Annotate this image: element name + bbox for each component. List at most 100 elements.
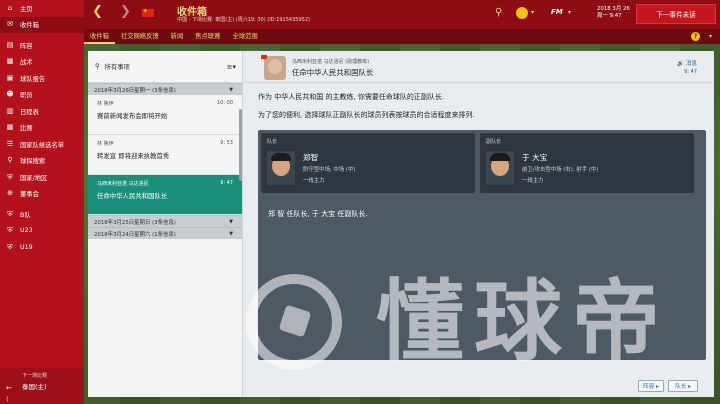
top-header: ❮ ❯ 收件箱 中国 - 下场比赛: 泰国(主) (周六19: 30) (ID:… — [84, 0, 720, 29]
vice-captain-card[interactable]: 副队长 于 大宝 前卫/攻击型中场 (右), 射手 (中) 一线主力 — [480, 133, 694, 193]
tab-news[interactable]: 新闻 — [165, 29, 190, 44]
search-icon[interactable]: ⚲ — [495, 7, 502, 18]
avatar — [264, 56, 286, 80]
sidebar-item-label: 战术 — [20, 59, 33, 67]
tab-focus-league[interactable]: 焦点联赛 — [189, 29, 226, 44]
sidebar-item-label: B队 — [20, 211, 31, 219]
club-badge-icon[interactable] — [516, 7, 528, 19]
squad-icon: ▤ — [6, 40, 14, 49]
tab-social[interactable]: 社交网络反馈 — [115, 29, 165, 44]
sidebar-item[interactable]: ▦ 战术 — [0, 54, 84, 71]
board-icon: ⊕ — [7, 189, 13, 198]
sidebar-item-label: 球探搜索 — [20, 158, 46, 166]
page-subtitle: 中国 - 下场比赛: 泰国(主) (周六19: 30) (ID:19154359… — [177, 17, 310, 23]
back-arrow-icon[interactable]: ← — [6, 384, 12, 392]
list-filter[interactable]: ⚲ 所有事项 ≡▾ — [88, 51, 242, 83]
sidebar-item[interactable]: ⛨ 国家/地区 — [0, 169, 84, 186]
message-tag[interactable]: 🔊 消息 — [677, 59, 697, 67]
sidebar-item-label: U19 — [20, 243, 33, 251]
message-time: 9: 47 — [684, 69, 697, 75]
list-menu-icon[interactable]: ≡▾ — [227, 63, 236, 71]
sidebar-item[interactable]: ⌂ 主页 — [0, 0, 84, 17]
sidebar-item[interactable]: ▥ 日程表 — [0, 103, 84, 120]
list-group-title: 2018年3月26日星期一 (3条信息) — [94, 87, 176, 94]
sidebar-item-label: 收件箱 — [20, 22, 39, 30]
captain-summary: 郑 智 任队长, 于 大宝 任副队长. — [268, 210, 368, 218]
help-icon[interactable]: ? — [691, 32, 700, 41]
message-sender: 林 鲁伊 — [97, 141, 114, 147]
message-tag-label: 消息 — [685, 61, 697, 67]
sidebar-item[interactable]: ▦ 比赛 — [0, 120, 84, 137]
player-photo — [267, 151, 295, 185]
vice-captain-name[interactable]: 于 大宝 — [522, 152, 547, 163]
sidebar-item[interactable]: ⚲ 球探搜索 — [0, 153, 84, 170]
chevron-down-icon: ▼ — [229, 86, 233, 93]
sidebar-item[interactable]: ▤ 阵容 — [0, 37, 84, 54]
schedule-icon: ▥ — [6, 106, 14, 115]
sidebar-item-label: 董事会 — [20, 191, 39, 199]
sidebar-item-label: 阵容 — [20, 42, 33, 50]
sidebar-item[interactable]: ☻ 职员 — [0, 87, 84, 104]
captain-role: 队长 — [267, 139, 278, 145]
message-body-paragraph: 作为 中华人民共和国 的主教练, 你需要任命球队的正副队长. — [258, 93, 445, 101]
game-date: 2018 3月 26 周一 9:47 — [597, 6, 630, 20]
message-time: 9: 47 — [220, 180, 233, 186]
sidebar-item[interactable]: ⛨ U23 — [0, 223, 84, 240]
sidebar-item[interactable]: ✉ 收件箱 — [0, 16, 84, 33]
b-team-icon: ⛨ — [7, 209, 13, 218]
sidebar-item[interactable]: ⊕ 董事会 — [0, 186, 84, 203]
next-match-team: 泰国(主) — [22, 383, 47, 391]
sidebar-item-label: U23 — [20, 227, 33, 235]
tab-global[interactable]: 全球范围 — [226, 29, 263, 44]
reading-pane: 马西米利亚诺 马达洛尼 (助理教练) 任命中华人民共和国队长 🔊 消息 9: 4… — [244, 51, 714, 397]
message-body-paragraph: 为了您的便利, 选择球队正副队长的球员列表按球员的合适程度来排列. — [258, 111, 475, 119]
list-item[interactable]: 马西米利亚诺 马达洛尼 9: 47 任命中华人民共和国队长 — [88, 175, 242, 215]
scrollbar[interactable] — [239, 109, 242, 181]
captain-status: 一线主力 — [303, 178, 325, 184]
list-group-header[interactable]: 2018年3月25日星期日 (3条信息) ▼ — [88, 215, 242, 227]
message-subject: 赛前新闻发布会即将开始 — [97, 112, 168, 120]
collapse-icon[interactable]: ⟨ — [6, 395, 9, 403]
tab-inbox[interactable]: 收件箱 — [84, 29, 115, 44]
sub-tabs: 收件箱 社交网络反馈 新闻 焦点联赛 全球范围 ? ▾ — [84, 29, 720, 44]
sidebar-item[interactable]: ☰ 国家队候选名单 — [0, 136, 84, 153]
chevron-down-icon[interactable]: ▾ — [709, 33, 712, 40]
list-group-header[interactable]: 2018年3月26日星期一 (3条信息) ▼ — [88, 83, 242, 95]
chevron-down-icon[interactable]: ▾ — [568, 9, 571, 16]
captain-card[interactable]: 队长 郑智 防守型中场, 中场 (中) 一线主力 — [261, 133, 475, 193]
date-line: 2018 3月 26 — [597, 6, 630, 12]
message-sender: 林 鲁伊 — [97, 101, 114, 107]
sidebar-item-label: 职员 — [20, 92, 33, 100]
list-item[interactable]: 林 鲁伊 9: 53 转发宣 即将迎来执教首秀 — [88, 135, 242, 175]
message-sender[interactable]: 马西米利亚诺 马达洛尼 (助理教练) — [292, 58, 369, 65]
captain-position: 防守型中场, 中场 (中) — [303, 167, 356, 173]
vice-captain-role: 副队长 — [486, 139, 502, 145]
sidebar-item-label: 比赛 — [20, 125, 33, 133]
list-item[interactable]: 林 鲁伊 10: 00 赛前新闻发布会即将开始 — [88, 95, 242, 135]
sidebar-item[interactable]: ▣ 球队报告 — [0, 70, 84, 87]
next-match-panel[interactable]: 下一场比赛 泰国(主) ← ⟨ — [0, 368, 84, 404]
vice-captain-position: 前卫/攻击型中场 (右), 射手 (中) — [522, 167, 599, 173]
squad-button[interactable]: 阵容 ▸ — [638, 380, 664, 392]
list-group-header[interactable]: 2018年3月24日星期六 (1条信息) ▼ — [88, 227, 242, 239]
message-subject: 任命中华人民共和国队长 — [292, 68, 374, 77]
captain-name[interactable]: 郑智 — [303, 152, 318, 163]
back-chevron-icon[interactable]: ❮ — [92, 4, 103, 19]
fm-menu-button[interactable]: FM — [551, 8, 563, 16]
sidebar-item[interactable]: ⛨ U19 — [0, 239, 84, 256]
continue-button[interactable]: 下一事件未读 — [636, 4, 716, 24]
forward-chevron-icon[interactable]: ❯ — [120, 4, 131, 19]
inbox-icon: ✉ — [7, 20, 13, 29]
list-group-title: 2018年3月25日星期日 (3条信息) — [94, 219, 176, 226]
staff-icon: ☻ — [6, 90, 14, 99]
sidebar-item[interactable]: ⛨ B队 — [0, 206, 84, 223]
chevron-down-icon[interactable]: ▾ — [531, 9, 534, 16]
list-filter-label: 所有事项 — [104, 64, 130, 71]
captain-button[interactable]: 队长 ▸ — [668, 380, 698, 392]
scouting-icon: ⚲ — [7, 156, 13, 165]
message-header: 马西米利亚诺 马达洛尼 (助理教练) 任命中华人民共和国队长 🔊 消息 9: 4… — [244, 51, 714, 83]
message-subject: 任命中华人民共和国队长 — [97, 192, 168, 200]
message-time: 10: 00 — [217, 100, 233, 106]
player-photo — [486, 151, 514, 185]
china-flag-icon — [261, 55, 267, 59]
